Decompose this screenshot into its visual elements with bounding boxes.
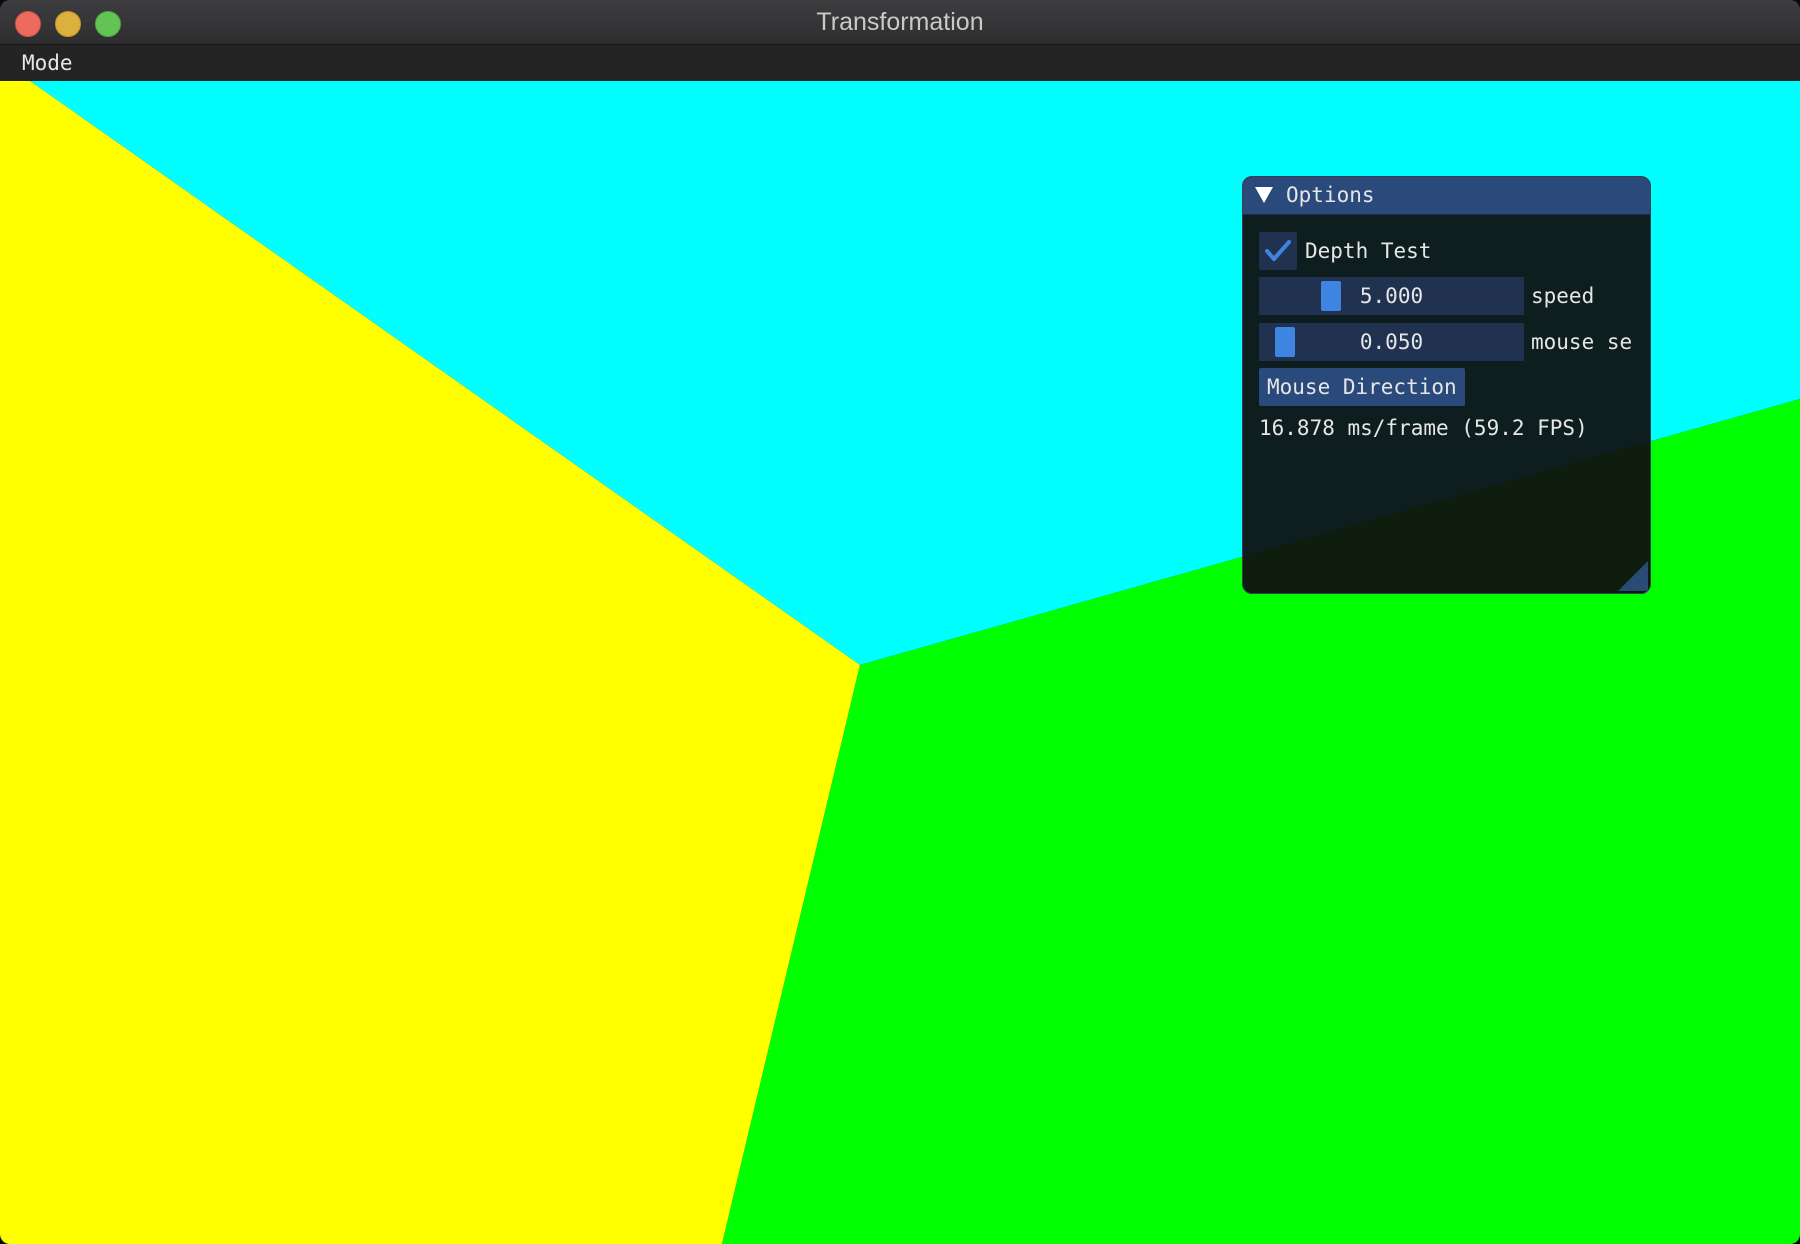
frame-time-readout: 16.878 ms/frame (59.2 FPS) <box>1259 416 1588 440</box>
options-window[interactable]: Options Depth Test 5.000 speed 0.050 mou… <box>1242 176 1651 594</box>
depth-test-checkbox[interactable] <box>1259 232 1297 270</box>
depth-test-label: Depth Test <box>1305 239 1432 263</box>
resize-grip-icon[interactable] <box>1618 561 1648 591</box>
mouse-direction-button[interactable]: Mouse Direction <box>1259 368 1465 406</box>
triangle-down-icon[interactable] <box>1255 187 1273 203</box>
mouse-sensitivity-slider-label: mouse se <box>1531 330 1633 354</box>
menu-bar: Mode <box>0 45 1800 81</box>
options-window-title: Options <box>1286 183 1375 207</box>
window-title: Transformation <box>816 8 984 36</box>
speed-slider-label: speed <box>1531 284 1595 308</box>
checkmark-icon <box>1265 240 1291 261</box>
app-window: Transformation Mode Options Depth Test 5… <box>0 0 1800 1244</box>
speed-slider-value: 5.000 <box>1359 284 1424 308</box>
title-bar[interactable]: Transformation <box>0 0 1800 45</box>
mouse-sensitivity-slider[interactable]: 0.050 <box>1259 323 1524 361</box>
menu-mode[interactable]: Mode <box>14 49 81 77</box>
speed-slider[interactable]: 5.000 <box>1259 277 1524 315</box>
options-window-header[interactable]: Options <box>1243 177 1650 215</box>
mouse-sensitivity-slider-value: 0.050 <box>1359 330 1424 354</box>
